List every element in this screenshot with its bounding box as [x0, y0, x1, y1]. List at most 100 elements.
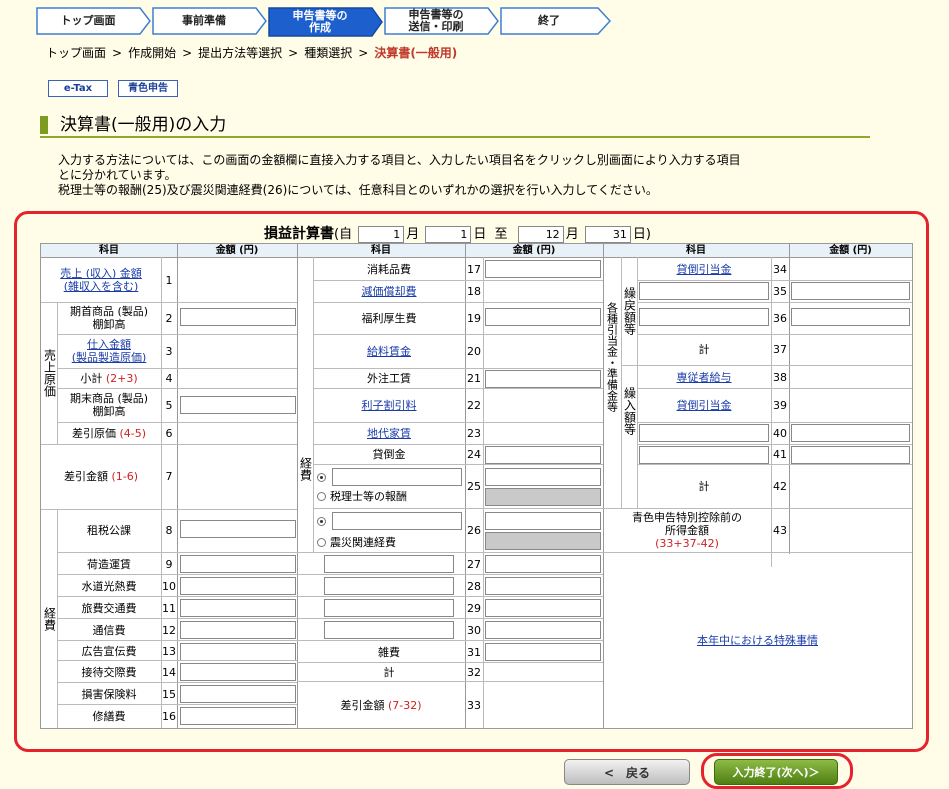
from-day-input[interactable]: 1 — [425, 226, 472, 243]
insurance-input[interactable] — [180, 685, 296, 703]
header-item: 科目 — [41, 244, 177, 257]
entertainment-input[interactable] — [180, 663, 296, 681]
from-month-input[interactable]: 1 — [358, 226, 405, 243]
closing-inventory-input[interactable] — [180, 396, 296, 414]
tax-accountant-radio[interactable] — [317, 492, 326, 501]
supplies-input[interactable] — [485, 260, 601, 278]
provision-name-40[interactable] — [639, 424, 769, 442]
amount-input-35[interactable] — [791, 282, 910, 300]
subtotal-label: 小計 (2+3) — [80, 371, 138, 385]
amount-input-27[interactable] — [485, 555, 601, 573]
amount-input-28[interactable] — [485, 577, 601, 595]
header-amount: 金額 (円) — [465, 244, 603, 257]
taxes-input[interactable] — [180, 520, 296, 538]
section-title: 決算書(一般用)の入力 — [40, 114, 870, 138]
misc-input[interactable] — [485, 643, 601, 661]
special-circumstances-link[interactable]: 本年中における特殊事情 — [697, 634, 818, 647]
header-item: 科目 — [603, 244, 789, 257]
line-number: 13 — [162, 644, 176, 658]
utilities-label: 水道光熱費 — [81, 579, 137, 593]
reserve-group-label: 各種引当金・準備金等 — [605, 302, 619, 412]
bad-debt-input[interactable] — [485, 446, 601, 464]
to-day-input[interactable]: 31 — [584, 226, 631, 243]
allowance-reversal-link[interactable]: 貸倒引当金 — [677, 263, 732, 276]
welfare-label: 福利厚生費 — [361, 311, 417, 325]
step-label: 事前準備 — [182, 14, 226, 27]
reversal-total-label: 計 — [698, 343, 710, 356]
utilities-input[interactable] — [180, 577, 296, 595]
depreciation-link[interactable]: 減価償却費 — [362, 285, 417, 298]
custom-item-name-28[interactable] — [324, 577, 454, 595]
expense-total-label: 計 — [383, 665, 395, 679]
travel-label: 旅費交通費 — [81, 601, 137, 615]
sales-link[interactable]: 売上 (収入) 金額 (雑収入を含む) — [60, 267, 142, 293]
custom-item-name-27[interactable] — [324, 555, 454, 573]
line-number: 31 — [467, 645, 481, 659]
step-label: トップ画面 — [60, 14, 116, 27]
crumb-start: 作成開始 — [128, 46, 177, 60]
outsourcing-label: 外注工賃 — [367, 371, 411, 385]
amount-input-41[interactable] — [791, 446, 910, 464]
repairs-label: 修繕費 — [92, 709, 126, 723]
step-send: 申告書等の 送信・印刷 — [384, 7, 500, 35]
provision-name-41[interactable] — [639, 446, 769, 464]
step-end: 終了 — [500, 7, 616, 35]
amount-input-30[interactable] — [485, 621, 601, 639]
line-number: 32 — [467, 665, 481, 679]
amount-input-36[interactable] — [791, 308, 910, 326]
step-top: トップ画面 — [36, 7, 152, 35]
amount-input-29[interactable] — [485, 599, 601, 617]
amount-input-26-disabled — [485, 532, 601, 550]
disaster-radio[interactable] — [317, 538, 326, 547]
back-button[interactable]: < 戻る — [564, 759, 690, 785]
communication-label: 通信費 — [92, 623, 126, 637]
provision-group-label: 繰入額等 — [622, 387, 637, 435]
amount-input-26[interactable] — [485, 512, 601, 530]
header-amount: 金額 (円) — [789, 244, 912, 257]
custom-item-name-26[interactable] — [332, 512, 462, 530]
allowance-provision-link[interactable]: 貸倒引当金 — [677, 399, 732, 412]
custom-item-name-25[interactable] — [332, 468, 462, 486]
rent-link[interactable]: 地代家賃 — [367, 427, 411, 440]
line-number: 27 — [467, 557, 481, 571]
to-month-input[interactable]: 12 — [517, 226, 564, 243]
amount-input-40[interactable] — [791, 424, 910, 442]
header-item: 科目 — [297, 244, 465, 257]
advertising-input[interactable] — [180, 643, 296, 661]
reversal-name-35[interactable] — [639, 282, 769, 300]
cogs-group-label: 売上原価 — [42, 349, 57, 397]
reversal-name-36[interactable] — [639, 308, 769, 326]
breadcrumb: トップ画面 > 作成開始 > 提出方法等選択 > 種類選択 > 決算書(一般用) — [46, 46, 458, 60]
interest-link[interactable]: 利子割引料 — [362, 399, 417, 412]
advertising-label: 広告宣伝費 — [81, 644, 137, 658]
finish-input-next-button[interactable]: 入力終了(次へ)＞ — [714, 759, 838, 785]
repairs-input[interactable] — [180, 707, 296, 725]
gross-label: 差引金額 (1-6) — [63, 470, 139, 483]
statement-title-row: 損益計算書(自 1月 1日 至 12 月 31 日) — [264, 226, 651, 243]
crumb-method: 提出方法等選択 — [198, 46, 283, 60]
line-number: 28 — [467, 579, 481, 593]
freight-input[interactable] — [180, 555, 296, 573]
step-create: 申告書等の 作成 — [268, 7, 384, 37]
step-label: 終了 — [538, 14, 560, 27]
page-title: 決算書(一般用)の入力 — [60, 115, 227, 135]
opening-inventory-input[interactable] — [180, 308, 296, 326]
misc-label: 雑費 — [378, 645, 400, 659]
custom-item-name-29[interactable] — [324, 599, 454, 617]
line-number: 14 — [162, 665, 176, 679]
welfare-input[interactable] — [485, 308, 601, 326]
line-number: 11 — [162, 601, 176, 615]
amount-input-25-disabled — [485, 488, 601, 506]
wages-link[interactable]: 給料賃金 — [367, 345, 411, 358]
custom-item-name-30[interactable] — [324, 621, 454, 639]
communication-input[interactable] — [180, 621, 296, 639]
purchases-link[interactable]: 仕入金額 (製品製造原価) — [72, 338, 147, 364]
amount-input-25[interactable] — [485, 468, 601, 486]
crumb-current: 決算書(一般用) — [374, 46, 458, 60]
travel-input[interactable] — [180, 599, 296, 617]
custom-item-radio-25[interactable] — [317, 473, 326, 482]
step-label: 申告書等の 作成 — [292, 9, 348, 34]
family-wages-link[interactable]: 専従者給与 — [677, 371, 732, 384]
custom-item-radio-26[interactable] — [317, 517, 326, 526]
outsourcing-input[interactable] — [485, 370, 601, 388]
